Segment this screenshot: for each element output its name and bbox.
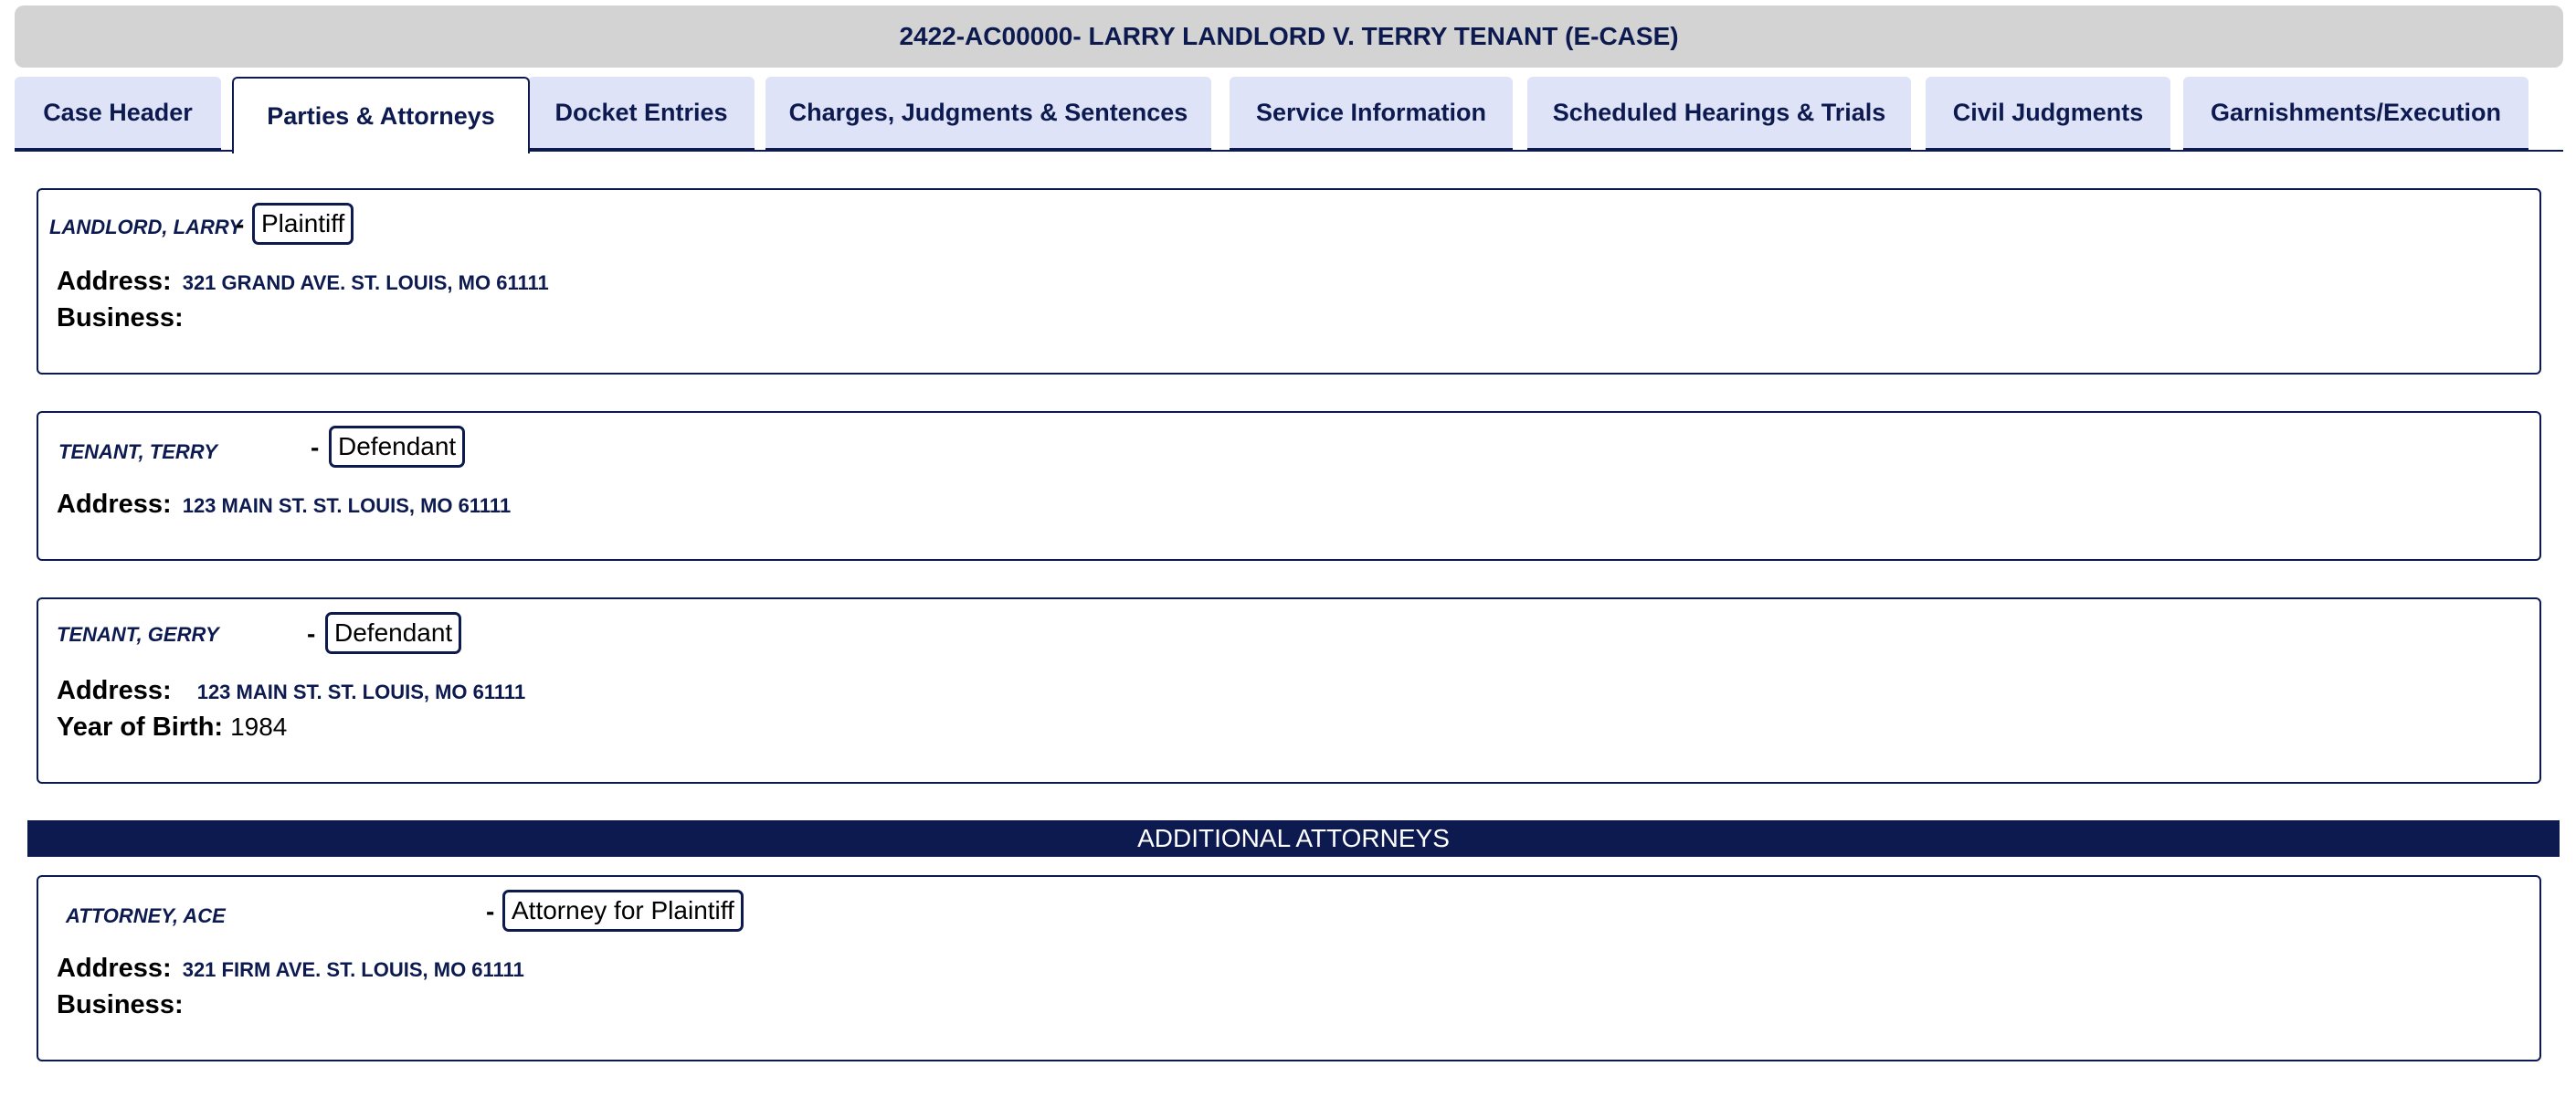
tab-garnishments-execution[interactable]: Garnishments/Execution bbox=[2183, 77, 2528, 150]
tab-label: Case Header bbox=[43, 98, 193, 126]
attorney-role-badge: Attorney for Plaintiff bbox=[502, 890, 744, 932]
tab-label: Civil Judgments bbox=[1952, 98, 2144, 126]
party-card-defendant: TENANT, GERRY - Defendant Address: 123 M… bbox=[37, 597, 2541, 784]
additional-attorneys-heading: ADDITIONAL ATTORNEYS bbox=[27, 820, 2560, 857]
party-address-row: Address: 123 MAIN ST. ST. LOUIS, MO 6111… bbox=[57, 490, 511, 520]
address-label: Address: bbox=[57, 954, 172, 983]
party-dash: - bbox=[307, 619, 316, 648]
party-role-badge: Defendant bbox=[329, 426, 466, 468]
party-address: 123 MAIN ST. ST. LOUIS, MO 61111 bbox=[196, 681, 526, 703]
attorney-name: ATTORNEY, ACE bbox=[66, 904, 226, 927]
party-card-plaintiff: LANDLORD, LARRY - Plaintiff Address: 321… bbox=[37, 188, 2541, 375]
tab-label: Scheduled Hearings & Trials bbox=[1552, 98, 1886, 126]
party-address-row: Address: 321 GRAND AVE. ST. LOUIS, MO 61… bbox=[57, 267, 549, 297]
party-name: TENANT, GERRY bbox=[57, 623, 219, 646]
party-year-of-birth: 1984 bbox=[230, 713, 288, 741]
party-role-badge: Defendant bbox=[325, 612, 462, 654]
tab-service-information[interactable]: Service Information bbox=[1230, 77, 1513, 150]
tab-parties-attorneys[interactable]: Parties & Attorneys bbox=[232, 77, 530, 153]
attorney-address-row: Address: 321 FIRM AVE. ST. LOUIS, MO 611… bbox=[57, 954, 524, 984]
case-title: 2422-AC00000- LARRY LANDLORD V. TERRY TE… bbox=[899, 22, 1679, 50]
tab-label: Parties & Attorneys bbox=[267, 101, 495, 130]
party-address: 123 MAIN ST. ST. LOUIS, MO 61111 bbox=[182, 494, 512, 517]
party-name: TENANT, TERRY bbox=[58, 440, 217, 463]
party-card-defendant: TENANT, TERRY - Defendant Address: 123 M… bbox=[37, 411, 2541, 561]
party-address: 321 GRAND AVE. ST. LOUIS, MO 61111 bbox=[182, 271, 549, 294]
attorney-business-row: Business: bbox=[57, 990, 191, 1020]
tab-label: Docket Entries bbox=[554, 98, 728, 126]
year-of-birth-label: Year of Birth: bbox=[57, 713, 224, 742]
section-heading-label: ADDITIONAL ATTORNEYS bbox=[1137, 824, 1450, 852]
case-title-bar: 2422-AC00000- LARRY LANDLORD V. TERRY TE… bbox=[15, 5, 2563, 68]
attorney-address: 321 FIRM AVE. ST. LOUIS, MO 61111 bbox=[182, 958, 524, 981]
address-label: Address: bbox=[57, 676, 172, 705]
tab-case-header[interactable]: Case Header bbox=[15, 77, 221, 150]
business-label: Business: bbox=[57, 303, 184, 333]
tab-label: Garnishments/Execution bbox=[2210, 98, 2502, 126]
party-dash: - bbox=[236, 210, 245, 238]
tab-docket-entries[interactable]: Docket Entries bbox=[528, 77, 755, 150]
attorney-card: ATTORNEY, ACE - Attorney for Plaintiff A… bbox=[37, 875, 2541, 1061]
address-label: Address: bbox=[57, 490, 172, 519]
tab-civil-judgments[interactable]: Civil Judgments bbox=[1926, 77, 2170, 150]
tab-label: Charges, Judgments & Sentences bbox=[788, 98, 1188, 126]
party-address-row: Address: 123 MAIN ST. ST. LOUIS, MO 6111… bbox=[57, 676, 525, 706]
party-birth-year-row: Year of Birth: 1984 bbox=[57, 713, 287, 743]
tab-label: Service Information bbox=[1255, 98, 1487, 126]
party-dash: - bbox=[311, 433, 320, 461]
tab-bar: Case Header Parties & Attorneys Docket E… bbox=[15, 77, 2563, 153]
party-role-badge: Plaintiff bbox=[252, 203, 354, 245]
tab-scheduled-hearings-trials[interactable]: Scheduled Hearings & Trials bbox=[1527, 77, 1911, 150]
party-business-row: Business: bbox=[57, 303, 191, 333]
party-name: LANDLORD, LARRY bbox=[49, 216, 243, 238]
business-label: Business: bbox=[57, 990, 184, 1019]
address-label: Address: bbox=[57, 267, 172, 296]
tab-charges-judgments-sentences[interactable]: Charges, Judgments & Sentences bbox=[765, 77, 1211, 150]
attorney-dash: - bbox=[486, 897, 495, 925]
